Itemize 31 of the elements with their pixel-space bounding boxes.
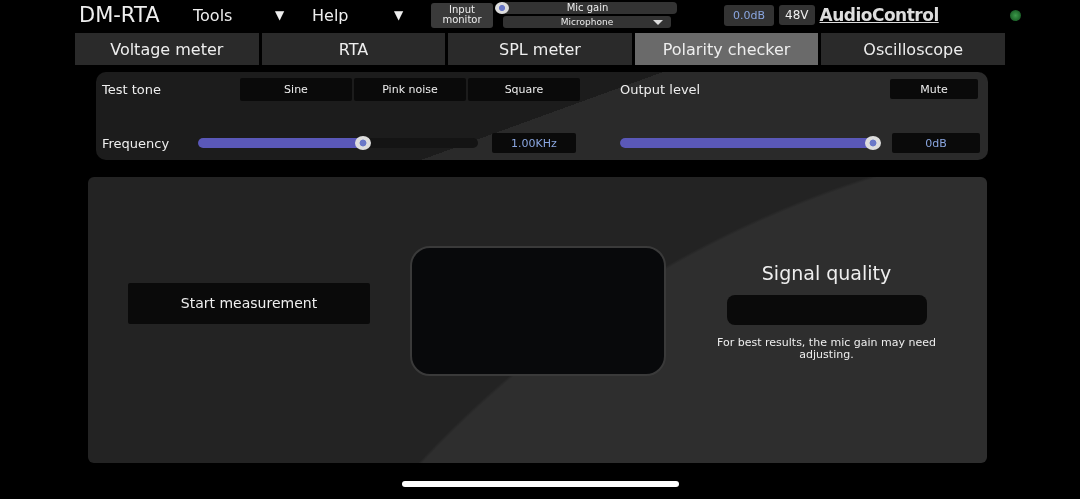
frequency-value: 1.00KHz — [492, 133, 576, 153]
tab[interactable]: Polarity checker — [634, 33, 819, 65]
output-level-slider[interactable] — [620, 138, 878, 148]
tab[interactable]: Oscilloscope — [821, 33, 1005, 65]
hint-text: For best results, the mic gain may need adjusting. — [716, 336, 937, 361]
tone-button[interactable]: Pink noise — [354, 77, 466, 101]
gain-readout: 0.0dB — [724, 4, 775, 26]
tab[interactable]: Voltage meter — [75, 33, 259, 65]
input-monitor-button[interactable]: Input monitor — [431, 2, 493, 28]
menu-item[interactable]: Tools — [193, 5, 275, 25]
tone-button[interactable]: Sine — [240, 77, 352, 101]
frequency-label: Frequency — [102, 135, 171, 151]
app-title: DM-RTA — [79, 3, 161, 27]
menu-item[interactable]: Help — [312, 5, 394, 25]
input-dropdown[interactable]: Microphone — [503, 16, 671, 28]
caret-icon[interactable]: ▼ — [394, 8, 431, 22]
output-level-value: 0dB — [892, 133, 980, 153]
mute-button[interactable]: Mute — [890, 79, 978, 99]
signal-quality-title: Signal quality — [761, 261, 892, 284]
tab[interactable]: RTA — [261, 33, 446, 65]
mic-gain-slider[interactable]: Mic gain — [498, 2, 677, 14]
frequency-slider[interactable] — [198, 138, 478, 148]
tab[interactable]: SPL meter — [448, 33, 632, 65]
tone-button[interactable]: Square — [468, 77, 580, 101]
caret-icon[interactable] — [653, 20, 663, 25]
caret-icon[interactable]: ▼ — [275, 8, 312, 22]
test-tone-label: Test tone — [102, 81, 163, 97]
phantom-power-button[interactable]: 48V — [779, 5, 815, 25]
logo: AudioControl — [819, 5, 940, 25]
output-level-label: Output level — [620, 81, 702, 97]
start-measurement-button[interactable]: Start measurement — [128, 282, 370, 324]
